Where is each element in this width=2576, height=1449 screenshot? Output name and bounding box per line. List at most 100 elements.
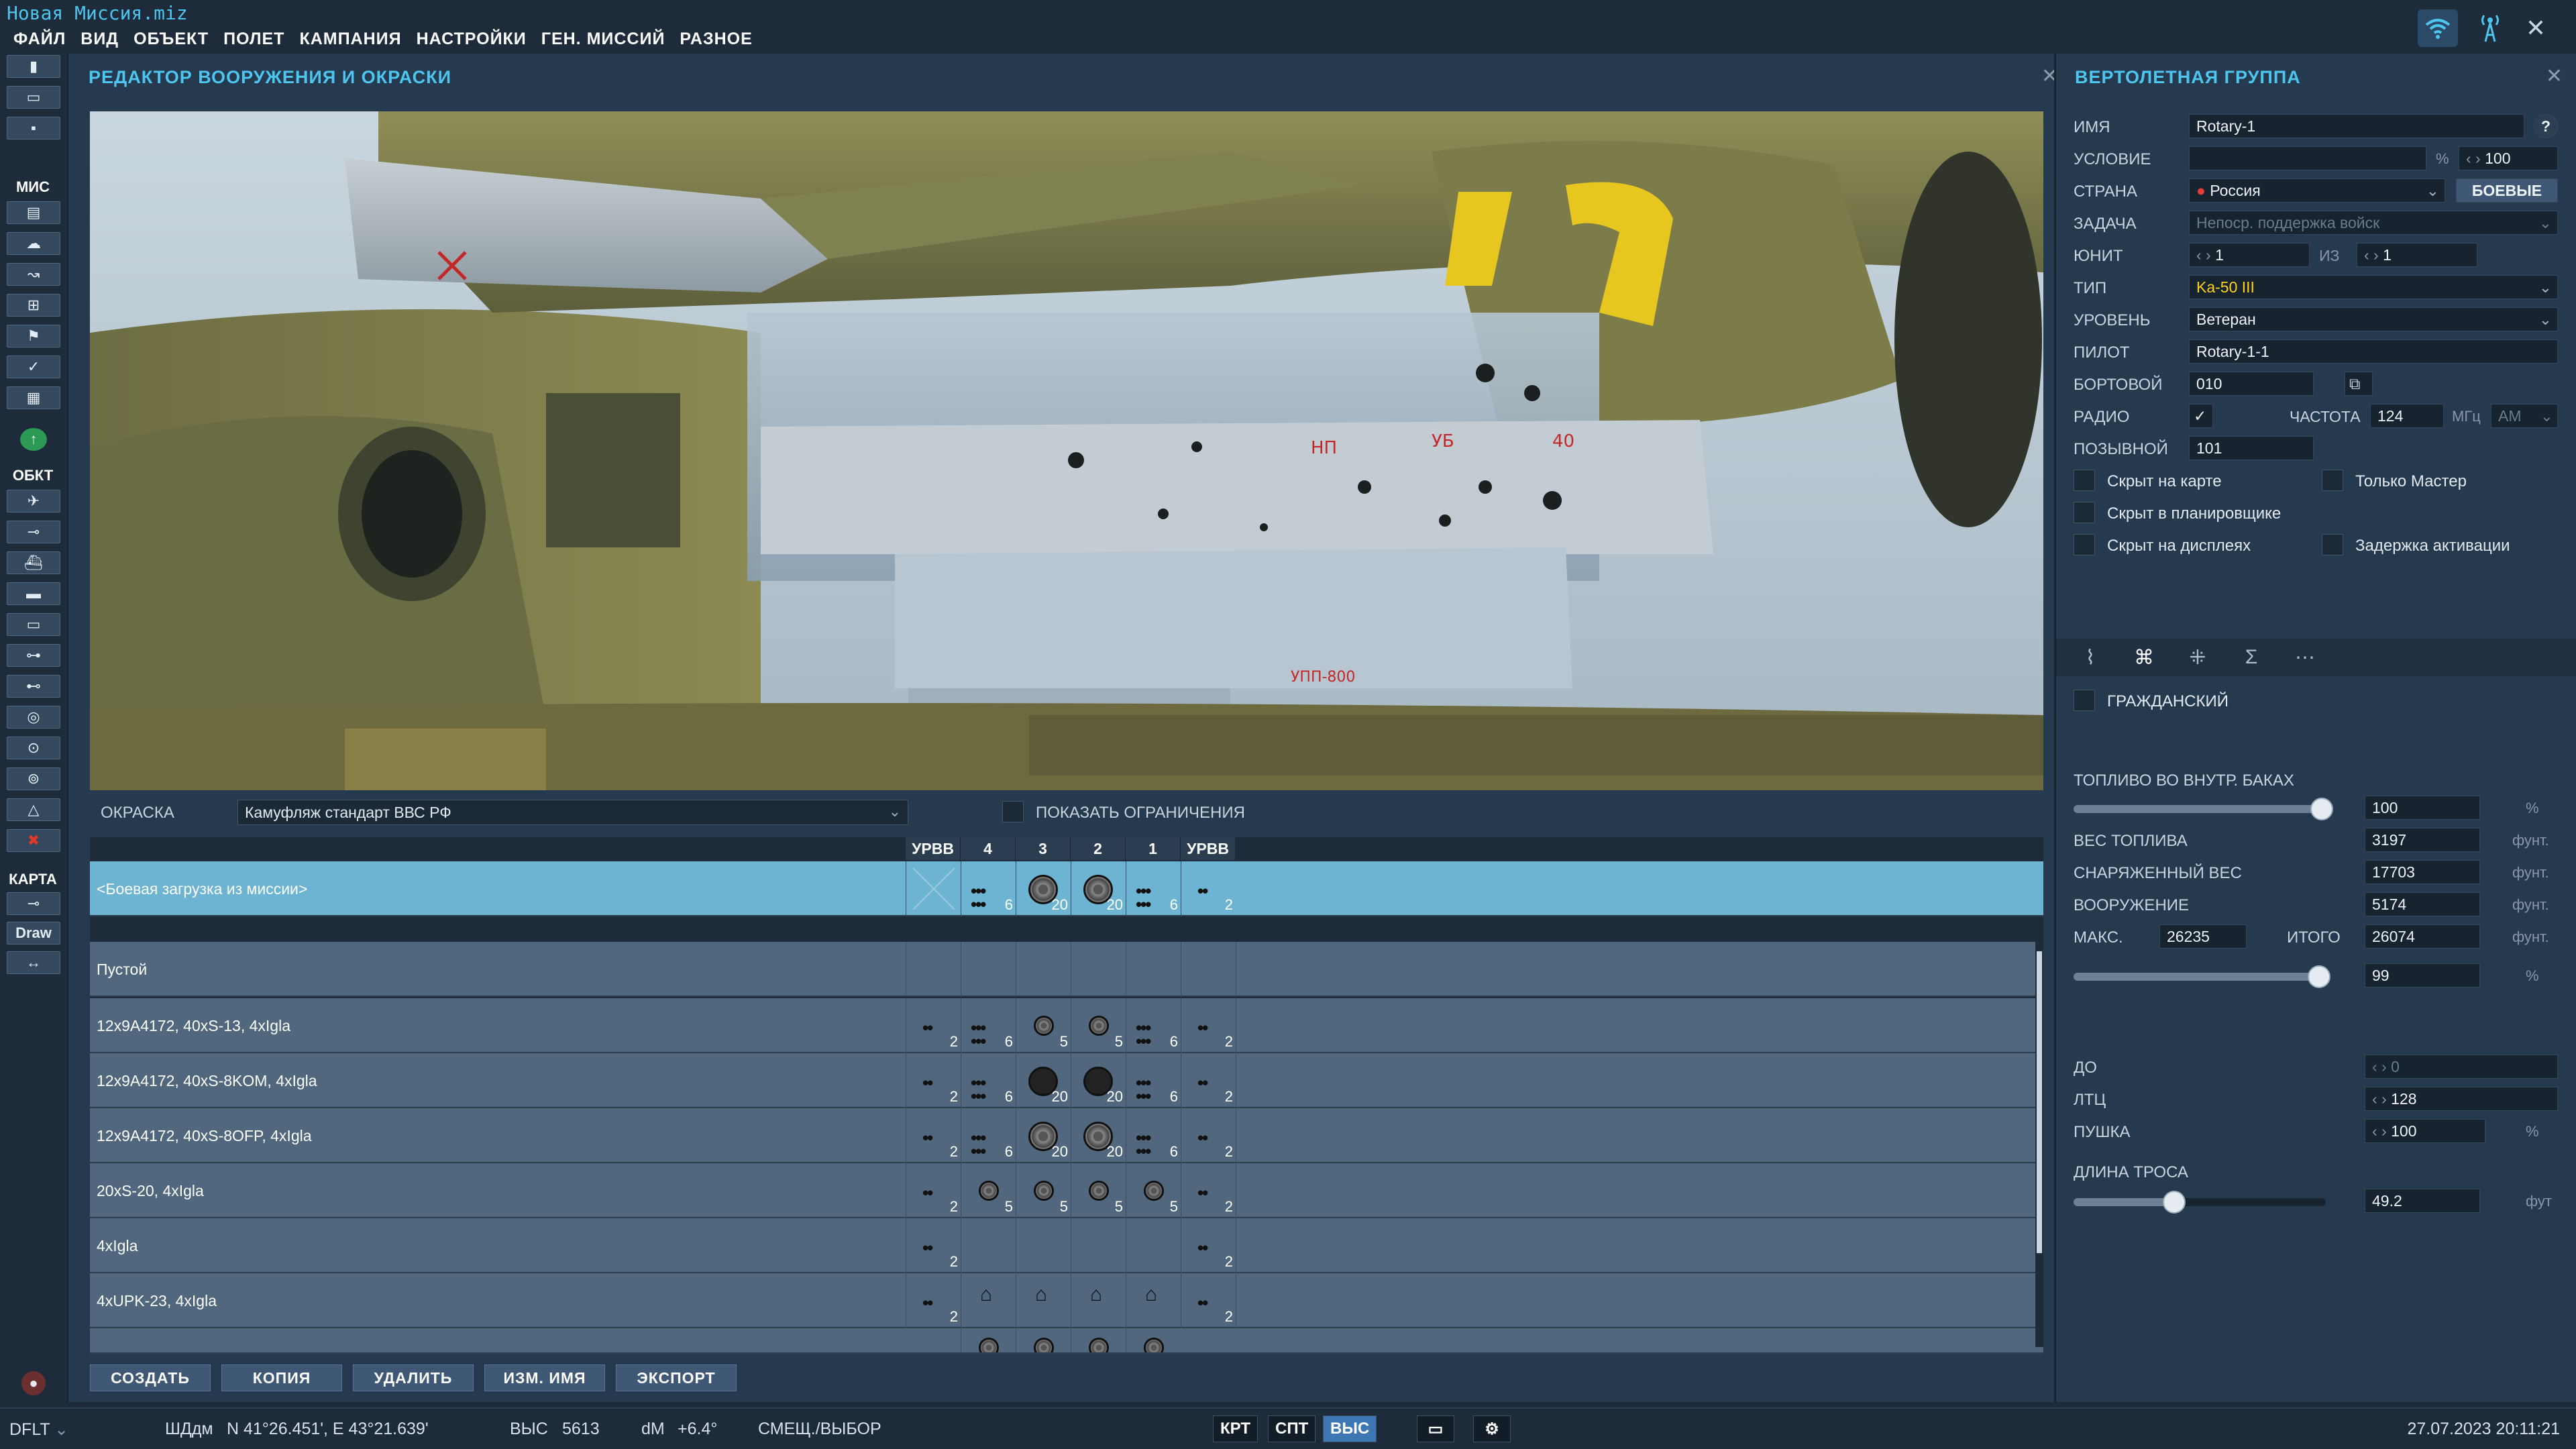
loadout-row[interactable]: 12x9A4172, 40xS-8OFP, 4xIgla •• 2 ••• ••• 6… (90, 1108, 2043, 1163)
table-scrollbar[interactable] (2035, 938, 2043, 1347)
menu-object[interactable]: ОБЪЕКТ (133, 30, 209, 49)
pylon-cell[interactable]: •• 2 (906, 1273, 961, 1328)
rope-slider[interactable] (2074, 1191, 2326, 1214)
menu-campaign[interactable]: КАМПАНИЯ (299, 30, 401, 49)
pylon-cell[interactable]: •• 2 (906, 1053, 961, 1108)
menu-settings[interactable]: НАСТРОЙКИ (417, 30, 527, 49)
profile-select[interactable]: DFLT ⌄ (9, 1419, 68, 1440)
loadout-row[interactable]: 12x9A4172, 40xS-13, 4xIgla •• 2 ••• ••• 6 5… (90, 998, 2043, 1053)
panel-close-icon[interactable]: ✕ (2546, 64, 2563, 88)
close-app-icon[interactable]: ✕ (2522, 9, 2549, 47)
vehicle-icon[interactable]: ▬ (7, 582, 60, 605)
route-icon[interactable]: ↝ (7, 263, 60, 286)
ruler-icon[interactable]: ↔ (7, 951, 60, 974)
summary-tab-icon[interactable]: Σ (2235, 641, 2268, 674)
delete-icon[interactable]: ✖ (7, 829, 60, 852)
hidden-planner-checkbox[interactable] (2074, 502, 2095, 523)
pylon-cell[interactable]: •• 2 (906, 1218, 961, 1273)
ship-icon[interactable]: ⛴ (7, 551, 60, 574)
pylon-cell[interactable]: 5 (1016, 998, 1071, 1053)
satellite-mode-button[interactable]: СПТ (1268, 1415, 1316, 1442)
total-weight-slider[interactable] (2074, 965, 2331, 988)
pylon-cell[interactable]: 20 (1071, 861, 1126, 916)
loadout-row[interactable]: 12x9A4172, 40xS-8KOM, 4xIgla •• 2 ••• ••• 6… (90, 1053, 2043, 1108)
pylon-cell[interactable]: •• 2 (1181, 861, 1236, 916)
fuel-slider[interactable] (2074, 798, 2333, 820)
flag-icon[interactable]: ⚑ (7, 325, 60, 347)
loadout-row[interactable]: 20xS-20, 4xIgla •• 2 5 5 5 5 •• 2 (90, 1163, 2043, 1218)
key-icon[interactable]: ⊸ (7, 892, 60, 915)
menu-view[interactable]: ВИД (80, 30, 119, 49)
check-icon[interactable]: ✓ (7, 356, 60, 378)
gun-spinner[interactable]: ‹ › 100 (2365, 1119, 2485, 1143)
target-icon[interactable]: ◎ (7, 706, 60, 729)
pylon-cell[interactable]: 20 (1016, 1108, 1071, 1163)
pylon-cell[interactable]: 20 (1071, 1108, 1126, 1163)
wifi-icon[interactable] (2418, 9, 2458, 47)
loadout-row[interactable]: 4xIgla •• 2 •• 2 (90, 1218, 2043, 1273)
draw-button[interactable]: Draw (7, 922, 60, 945)
civilian-checkbox[interactable] (2074, 690, 2095, 711)
antenna-icon[interactable] (2470, 9, 2510, 47)
menu-flight[interactable]: ПОЛЕТ (223, 30, 284, 49)
screen-icon[interactable]: ▭ (1417, 1415, 1454, 1442)
callsign-field[interactable]: 101 (2189, 436, 2314, 460)
loadout-row[interactable]: Пустой (90, 942, 2043, 997)
pilot-field[interactable]: Rotary-1-1 (2189, 339, 2558, 364)
formation-icon[interactable]: ⊚ (7, 767, 60, 790)
train-icon[interactable]: ⊶ (7, 644, 60, 667)
map-mode-button[interactable]: КРТ (1213, 1415, 1258, 1442)
show-limits-checkbox[interactable] (1002, 801, 1024, 822)
gear-icon[interactable]: ⚙ (1473, 1415, 1511, 1442)
master-only-checkbox[interactable] (2322, 470, 2343, 491)
trigger-zone-icon[interactable]: ⊞ (7, 294, 60, 317)
loadout-row-selected[interactable]: <Боевая загрузка из миссии> ••• ••• 6 20 2… (90, 861, 2043, 916)
pylon-cell[interactable]: •• 2 (1181, 1053, 1236, 1108)
save-icon[interactable]: ▪ (7, 117, 60, 140)
condition-field[interactable] (2189, 146, 2426, 170)
radio-checkbox[interactable]: ✓ (2189, 404, 2213, 428)
delete-button[interactable]: УДАЛИТЬ (353, 1364, 474, 1391)
combat-button[interactable]: БОЕВЫЕ (2456, 178, 2558, 203)
pylon-cell[interactable]: •• 2 (1181, 1273, 1236, 1328)
copy-button[interactable]: КОПИЯ (221, 1364, 342, 1391)
open-folder-icon[interactable]: ▭ (7, 86, 60, 109)
record-icon[interactable]: ● (21, 1371, 46, 1395)
fuel-weight-field[interactable]: 3197 (2365, 828, 2480, 852)
unit-spinner[interactable]: ‹ › 1 (2189, 243, 2310, 267)
briefing-icon[interactable]: ▤ (7, 201, 60, 224)
shapes-icon[interactable]: △ (7, 798, 60, 821)
pylon-cell[interactable]: •• 2 (906, 998, 961, 1053)
ltc-spinner[interactable]: ‹ › 128 (2365, 1087, 2558, 1111)
type-select[interactable]: Ka-50 III ⌄ (2189, 275, 2558, 299)
unit-count-spinner[interactable]: ‹ › 1 (2357, 243, 2477, 267)
rope-length-field[interactable]: 49.2 (2365, 1189, 2480, 1213)
altitude-mode-button[interactable]: ВЫС (1323, 1415, 1377, 1442)
create-button[interactable]: СОЗДАТЬ (90, 1364, 211, 1391)
loadout-row[interactable]: 4xUPK-23, 4xIgla •• 2 ⌂ ⌂ ⌂ ⌂ •• 2 (90, 1273, 2043, 1328)
pylon-cell[interactable]: 5 (1016, 1163, 1071, 1218)
payload-tab-icon[interactable]: ⌘ (2127, 641, 2161, 674)
pylon-cell[interactable]: 20 (1071, 1053, 1126, 1108)
pylon-cell[interactable]: ••• ••• 6 (961, 1053, 1016, 1108)
name-field[interactable]: Rotary-1 (2189, 114, 2524, 138)
rope-slider-knob[interactable] (2163, 1191, 2186, 1214)
pylon-cell[interactable]: •• 2 (1181, 1108, 1236, 1163)
do-spinner[interactable]: ‹ › 0 (2365, 1055, 2558, 1079)
weather-icon[interactable]: ☁ (7, 232, 60, 255)
condition-spinner[interactable]: ‹ › 100 (2459, 146, 2558, 170)
menu-file[interactable]: ФАЙЛ (13, 30, 66, 49)
static-object-icon[interactable]: ▭ (7, 613, 60, 636)
helicopter-icon[interactable]: ⊸ (7, 521, 60, 543)
late-activation-checkbox[interactable] (2322, 534, 2343, 555)
total-weight-knob[interactable] (2308, 965, 2331, 988)
rename-button[interactable]: ИЗМ. ИМЯ (484, 1364, 605, 1391)
pylon-cell[interactable]: 20 (1016, 1053, 1071, 1108)
fuel-percent-field[interactable]: 100 (2365, 796, 2480, 820)
hidden-display-checkbox[interactable] (2074, 534, 2095, 555)
level-select[interactable]: Ветеран ⌄ (2189, 307, 2558, 331)
pylon-cell[interactable]: 5 (1071, 998, 1126, 1053)
pylon-cell[interactable]: •• 2 (906, 1108, 961, 1163)
pylon-cell[interactable]: 5 (961, 1163, 1016, 1218)
copy-icon[interactable]: ⧉ (2345, 372, 2373, 396)
